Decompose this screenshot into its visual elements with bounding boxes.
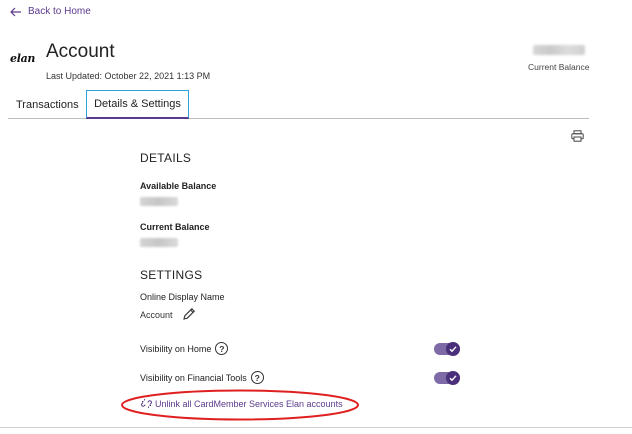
last-updated-text: Last Updated: October 22, 2021 1:13 PM xyxy=(46,71,211,81)
unlink-chain-icon xyxy=(141,399,152,408)
toggle-knob xyxy=(446,342,460,356)
details-current-balance-value-redacted xyxy=(140,238,178,247)
display-name-value: Account xyxy=(140,310,173,320)
current-balance-label: Current Balance xyxy=(528,62,590,72)
details-heading: DETAILS xyxy=(140,151,192,165)
visibility-tools-toggle[interactable] xyxy=(434,371,460,385)
unlink-accounts-link[interactable]: Unlink all CardMember Services Elan acco… xyxy=(141,398,343,409)
visibility-tools-row: Visibility on Financial Tools ? xyxy=(140,371,264,384)
toggle-knob xyxy=(446,371,460,385)
help-question-icon[interactable]: ? xyxy=(215,342,229,355)
print-icon[interactable] xyxy=(571,130,584,142)
visibility-home-label: Visibility on Home xyxy=(140,343,212,354)
elan-logo: elan xyxy=(10,52,36,65)
current-balance-value-redacted xyxy=(533,45,585,55)
checkmark-icon xyxy=(449,375,457,382)
checkmark-icon xyxy=(449,346,457,353)
tab-transactions[interactable]: Transactions xyxy=(16,90,79,119)
visibility-home-toggle[interactable] xyxy=(434,342,460,356)
help-question-icon[interactable]: ? xyxy=(250,371,264,384)
available-balance-label: Available Balance xyxy=(140,181,217,191)
tab-details-settings[interactable]: Details & Settings xyxy=(86,90,189,119)
display-name-label: Online Display Name xyxy=(140,292,225,302)
visibility-home-row: Visibility on Home ? xyxy=(140,342,229,355)
visibility-tools-label: Visibility on Financial Tools xyxy=(140,372,247,383)
page-title: Account xyxy=(46,41,115,62)
details-current-balance-label: Current Balance xyxy=(140,222,210,232)
available-balance-value-redacted xyxy=(140,197,178,206)
back-to-home-label: Back to Home xyxy=(28,6,91,17)
bottom-divider xyxy=(0,427,632,428)
account-tabs: Transactions Details & Settings xyxy=(8,90,589,119)
back-to-home-link[interactable]: Back to Home xyxy=(10,6,91,17)
arrow-left-icon xyxy=(10,7,21,16)
pencil-edit-icon[interactable] xyxy=(182,307,196,321)
settings-heading: SETTINGS xyxy=(140,268,203,282)
unlink-accounts-label: Unlink all CardMember Services Elan acco… xyxy=(155,398,343,409)
